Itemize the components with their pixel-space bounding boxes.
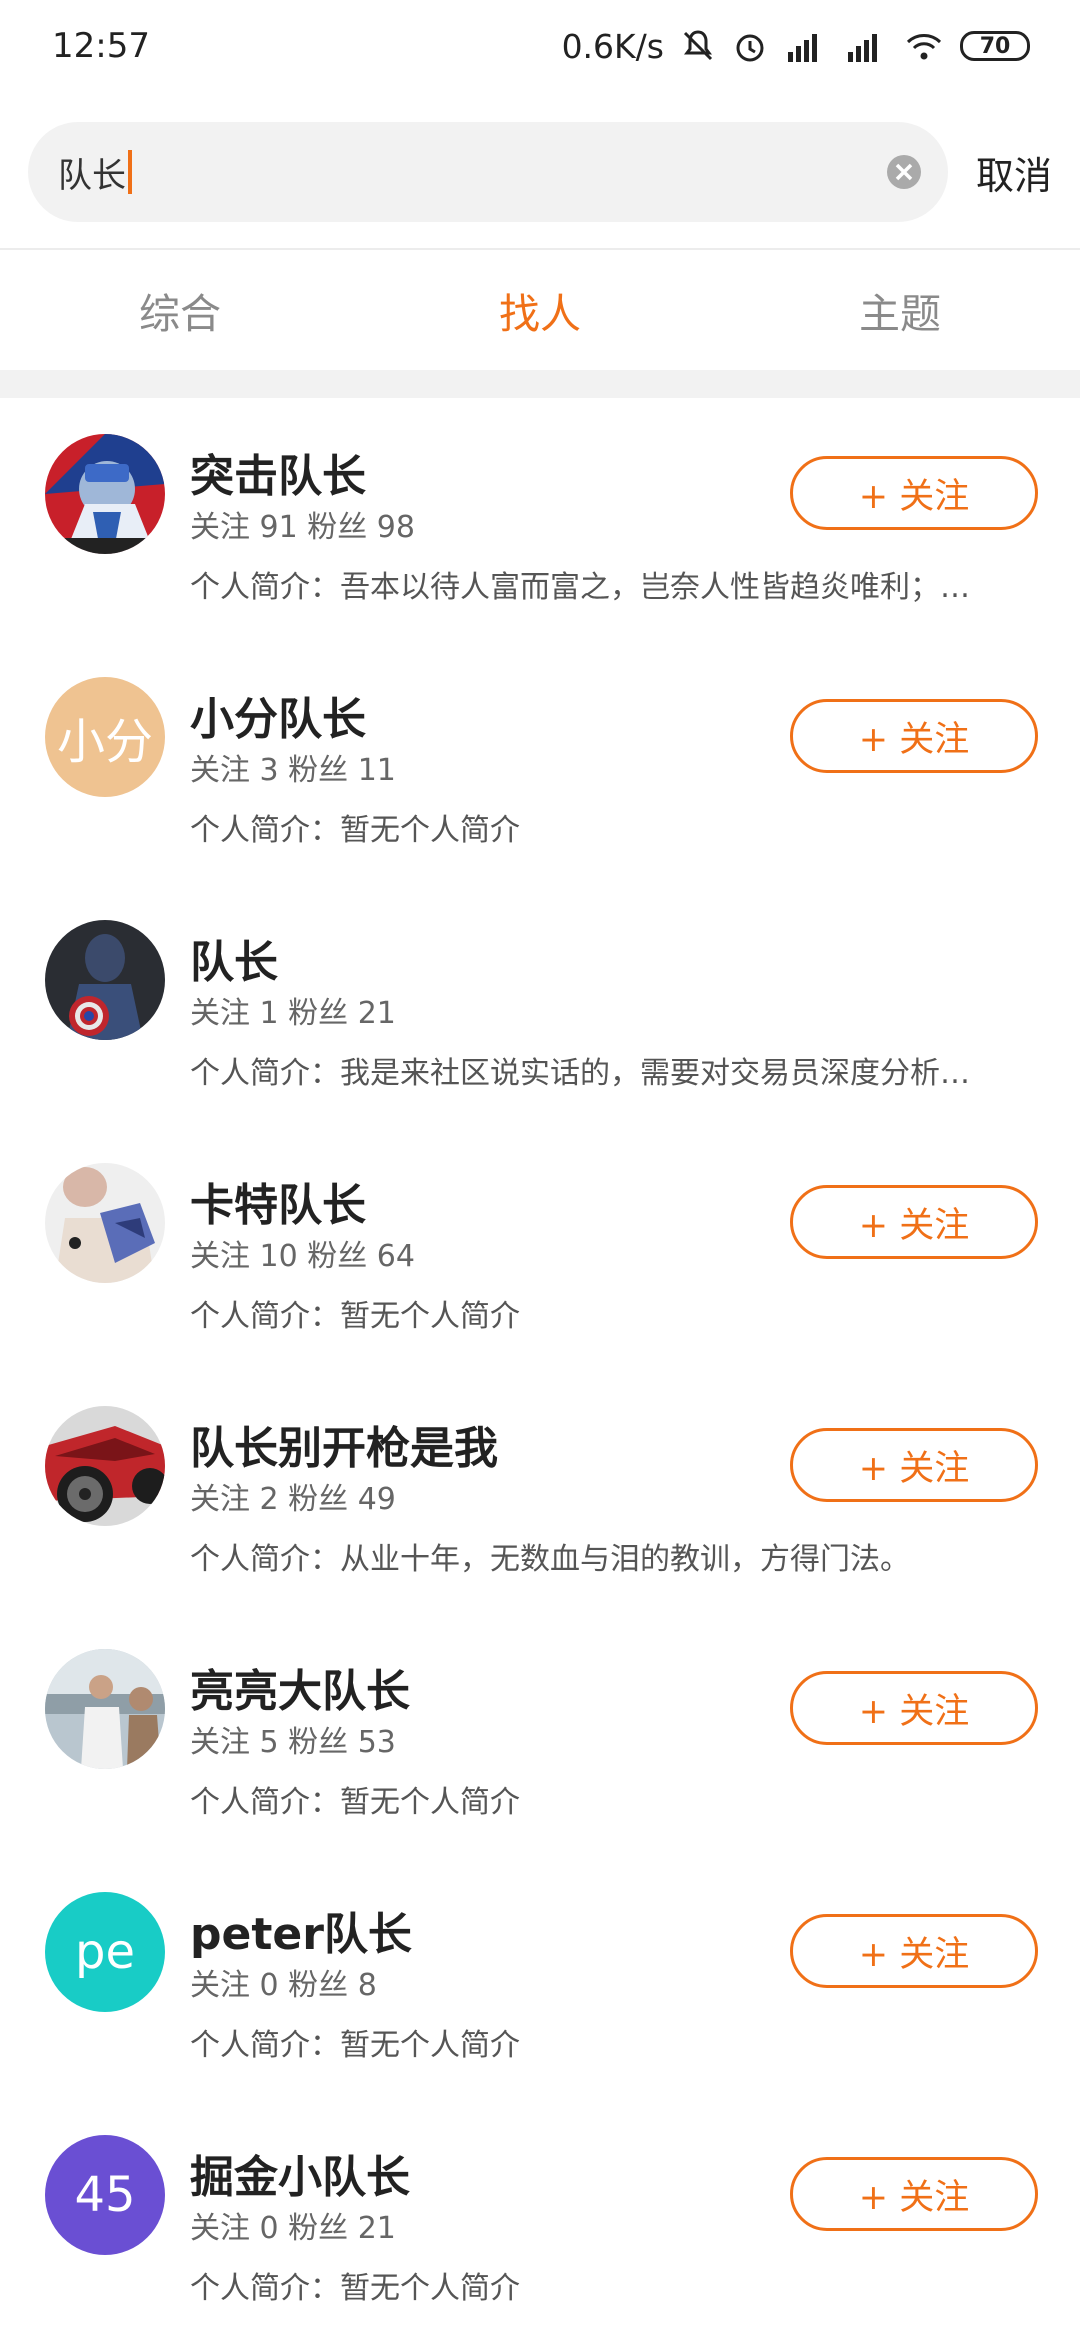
list-item[interactable]: 队长 关注 1 粉丝 21 个人简介：我是来社区说实话的，需要对交易员深度分析… [0,884,1080,1127]
user-name[interactable]: 掘金小队长 [190,2141,410,2205]
tab-people[interactable]: 找人 [360,280,720,340]
follow-button[interactable]: + 关注 [790,2157,1038,2231]
search-input[interactable]: 队长 [28,122,948,222]
status-icons: 0.6K/s 70 [562,27,1030,66]
network-speed: 0.6K/s [561,26,664,66]
user-name[interactable]: 卡特队长 [190,1169,366,1233]
avatar[interactable]: 小分 [45,677,165,797]
wifi-icon [904,28,944,64]
user-name[interactable]: 突击队长 [190,440,366,504]
search-query[interactable]: 队长 [58,148,126,197]
battery-icon: 70 [960,31,1030,61]
list-item[interactable]: 亮亮大队长 关注 5 粉丝 53 个人简介：暂无个人简介 + 关注 [0,1613,1080,1856]
user-name[interactable]: 队长 [190,926,278,990]
list-item[interactable]: 小分 小分队长 关注 3 粉丝 11 个人简介：暂无个人简介 + 关注 [0,641,1080,884]
user-bio: 个人简介：暂无个人简介 [190,2271,520,2306]
tab-general[interactable]: 综合 [0,280,360,340]
list-item[interactable]: 45 掘金小队长 关注 0 粉丝 21 个人简介：暂无个人简介 + 关注 [0,2099,1080,2342]
follow-button[interactable]: + 关注 [790,699,1038,773]
user-bio: 个人简介：暂无个人简介 [190,2028,520,2063]
signal-hd-icon [784,28,828,64]
follow-button[interactable]: + 关注 [790,456,1038,530]
tab-bar: 综合 找人 主题 [0,250,1080,370]
user-stats: 关注 1 粉丝 21 [190,996,396,1031]
avatar[interactable] [45,1649,165,1769]
signal-hd-icon [844,28,888,64]
user-name[interactable]: 小分队长 [190,683,366,747]
user-name[interactable]: peter队长 [190,1898,412,1962]
user-bio: 个人简介：暂无个人简介 [190,1299,520,1334]
user-name[interactable]: 亮亮大队长 [190,1655,410,1719]
avatar[interactable]: 45 [45,2135,165,2255]
user-bio: 个人简介：暂无个人简介 [190,1785,520,1820]
follow-button[interactable]: + 关注 [790,1914,1038,1988]
avatar[interactable]: pe [45,1892,165,2012]
user-stats: 关注 91 粉丝 98 [190,510,415,545]
follow-button[interactable]: + 关注 [790,1185,1038,1259]
status-time: 12:57 [52,26,150,66]
avatar[interactable] [45,1163,165,1283]
user-stats: 关注 0 粉丝 21 [190,2211,396,2246]
follow-button[interactable]: + 关注 [790,1671,1038,1745]
section-divider [0,370,1080,398]
user-list: 突击队长 关注 91 粉丝 98 个人简介：吾本以待人富而富之，岂奈人性皆趋炎唯… [0,398,1080,2342]
list-item[interactable]: 突击队长 关注 91 粉丝 98 个人简介：吾本以待人富而富之，岂奈人性皆趋炎唯… [0,398,1080,641]
tab-topics[interactable]: 主题 [720,280,1080,340]
user-bio: 个人简介：吾本以待人富而富之，岂奈人性皆趋炎唯利；… [190,570,970,605]
user-name[interactable]: 队长别开枪是我 [190,1412,498,1476]
alarm-icon [732,28,768,64]
search-header: 队长 取消 [28,122,1080,222]
user-stats: 关注 5 粉丝 53 [190,1725,396,1760]
user-stats: 关注 0 粉丝 8 [190,1968,377,2003]
list-item[interactable]: 卡特队长 关注 10 粉丝 64 个人简介：暂无个人简介 + 关注 [0,1127,1080,1370]
cancel-button[interactable]: 取消 [976,145,1052,200]
user-bio: 个人简介：我是来社区说实话的，需要对交易员深度分析… [190,1056,970,1091]
text-cursor [128,150,132,194]
status-bar: 12:57 0.6K/s 70 [0,0,1080,92]
list-item[interactable]: pe peter队长 关注 0 粉丝 8 个人简介：暂无个人简介 + 关注 [0,1856,1080,2099]
user-bio: 个人简介：暂无个人简介 [190,813,520,848]
bell-muted-icon [680,28,716,64]
avatar[interactable] [45,434,165,554]
avatar[interactable] [45,920,165,1040]
user-stats: 关注 2 粉丝 49 [190,1482,396,1517]
avatar[interactable] [45,1406,165,1526]
follow-button[interactable]: + 关注 [790,1428,1038,1502]
list-item[interactable]: 队长别开枪是我 关注 2 粉丝 49 个人简介：从业十年，无数血与泪的教训，方得… [0,1370,1080,1613]
user-stats: 关注 3 粉丝 11 [190,753,396,788]
clear-icon[interactable] [884,152,924,192]
user-stats: 关注 10 粉丝 64 [190,1239,415,1274]
user-bio: 个人简介：从业十年，无数血与泪的教训，方得门法。 [190,1542,910,1577]
